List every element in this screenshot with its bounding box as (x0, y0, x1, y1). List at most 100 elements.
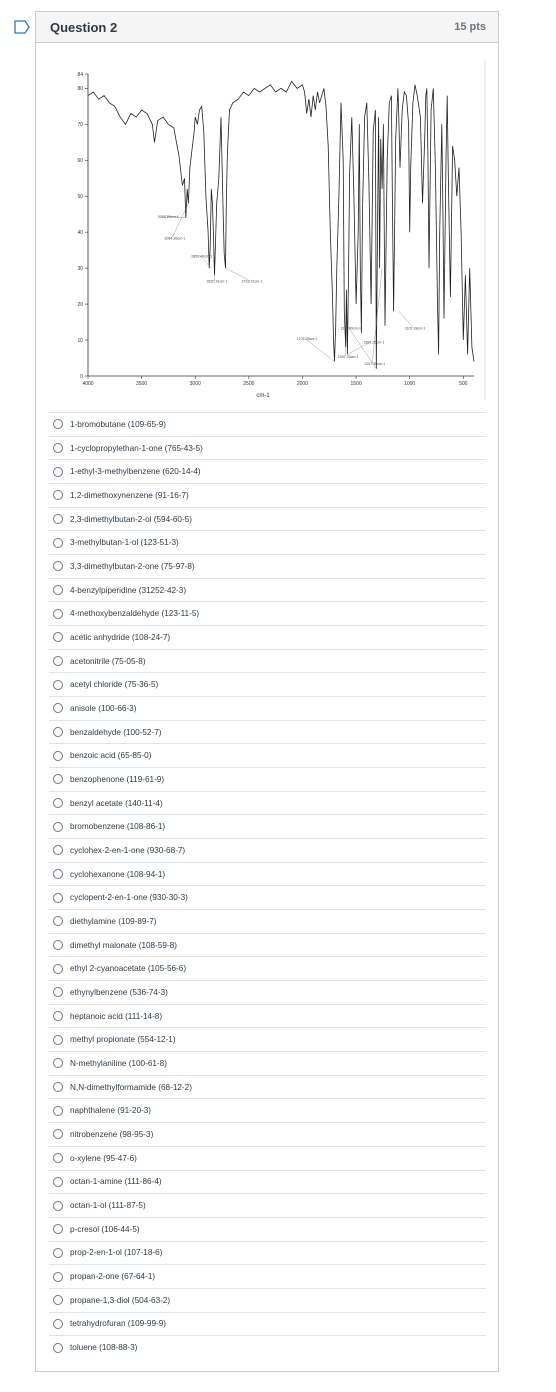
answer-option[interactable]: cyclopent-2-en-1-one (930-30-3) (49, 885, 486, 909)
answer-option[interactable]: heptanoic acid (111-14-8) (49, 1003, 486, 1028)
answer-option[interactable]: toluene (108-88-3) (49, 1335, 486, 1359)
bookmark-flag-icon[interactable] (14, 20, 30, 34)
radio-button[interactable] (53, 845, 63, 856)
radio-button[interactable] (53, 514, 63, 525)
answer-label: dimethyl malonate (108-59-8) (70, 940, 177, 950)
answer-option[interactable]: propane-1,3-diol (504-63-2) (49, 1287, 486, 1312)
radio-button[interactable] (53, 466, 63, 477)
x-tick-label: 4000 (82, 381, 93, 387)
answer-option[interactable]: nitrobenzene (98-95-3) (49, 1122, 486, 1146)
x-axis-label: cm-1 (256, 393, 270, 399)
radio-button[interactable] (53, 940, 63, 951)
answer-option[interactable]: 3-methylbutan-1-ol (123-51-3) (49, 530, 486, 554)
radio-button[interactable] (53, 1034, 63, 1045)
radio-button[interactable] (53, 1058, 63, 1069)
answer-option[interactable]: 1-bromobutane (109-65-9) (49, 412, 486, 436)
answer-option[interactable]: N,N-dimethylformamide (68-12-2) (49, 1074, 486, 1099)
radio-button[interactable] (53, 1318, 63, 1329)
x-tick-label: 3500 (136, 381, 147, 387)
answer-option[interactable]: dimethyl malonate (108-59-8) (49, 932, 486, 957)
answer-option[interactable]: anisole (100-66-3) (49, 696, 486, 720)
answer-option[interactable]: tetrahydrofuran (109-99-9) (49, 1311, 486, 1336)
answer-option[interactable]: cyclohexanone (108-94-1) (49, 861, 486, 886)
radio-button[interactable] (53, 963, 63, 974)
answer-option[interactable]: benzophenone (119-61-9) (49, 767, 486, 791)
radio-button[interactable] (53, 1295, 63, 1306)
radio-button[interactable] (53, 1153, 63, 1164)
answer-option[interactable]: cyclohex-2-en-1-one (930-68-7) (49, 838, 486, 862)
radio-button[interactable] (53, 798, 63, 809)
answer-option[interactable]: methyl propionate (554-12-1) (49, 1027, 486, 1051)
answer-option[interactable]: benzoic acid (65-85-0) (49, 743, 486, 767)
radio-button[interactable] (53, 1176, 63, 1187)
answer-option[interactable]: naphthalene (91-20-3) (49, 1098, 486, 1122)
peak-annotation-label: 2718.21cm-1 (241, 280, 262, 284)
peak-annotation-label: 1597.25cm-1 (338, 355, 359, 359)
answer-option[interactable]: bromobenzene (108-86-1) (49, 814, 486, 838)
answer-label: octan-1-amine (111-86-4) (70, 1177, 162, 1187)
answer-option[interactable]: octan-1-amine (111-86-4) (49, 1169, 486, 1194)
question-card: Question 2 15 pts 4000 3500 3000 2500 2000 15… (35, 11, 499, 1372)
radio-button[interactable] (53, 869, 63, 880)
radio-button[interactable] (53, 1082, 63, 1093)
radio-button[interactable] (53, 1011, 63, 1022)
radio-button[interactable] (53, 608, 63, 619)
peak-annotation-label: 1311.69cm-1 (340, 326, 361, 330)
answer-label: heptanoic acid (111-14-8) (70, 1011, 163, 1021)
radio-button[interactable] (53, 750, 63, 761)
answer-option[interactable]: octan-1-ol (111-87-5) (49, 1193, 486, 1217)
radio-button[interactable] (53, 1129, 63, 1140)
answer-option[interactable]: 2,3-dimethylbutan-2-ol (594-60-5) (49, 506, 486, 531)
radio-button[interactable] (53, 679, 63, 690)
answer-option[interactable]: N-methylaniline (100-61-8) (49, 1051, 486, 1075)
radio-button[interactable] (53, 561, 63, 572)
radio-button[interactable] (53, 1342, 63, 1353)
radio-button[interactable] (53, 774, 63, 785)
radio-button[interactable] (53, 443, 63, 453)
radio-button[interactable] (53, 656, 63, 667)
radio-button[interactable] (53, 490, 63, 501)
answer-label: ethynylbenzene (536-74-3) (70, 987, 168, 997)
answer-label: tetrahydrofuran (109-99-9) (70, 1319, 167, 1329)
answer-option[interactable]: benzaldehyde (100-52-7) (49, 719, 486, 744)
answer-option[interactable]: 1,2-dimethoxynenzene (91-16-7) (49, 483, 486, 507)
radio-button[interactable] (53, 821, 63, 832)
answer-option[interactable]: 4-methoxybenzaldehyde (123-11-5) (49, 601, 486, 625)
answer-option[interactable]: diethylamine (109-89-7) (49, 909, 486, 933)
answer-option[interactable]: 1-cyclopropylethan-1-one (765-43-5) (49, 435, 486, 460)
radio-button[interactable] (53, 419, 63, 430)
peak-annotation-label: 3088.69cm-1 (158, 215, 179, 219)
answer-option[interactable]: acetic anhydride (108-24-7) (49, 625, 486, 649)
radio-button[interactable] (53, 585, 63, 596)
answer-option[interactable]: 3,3-dimethylbutan-2-one (75-97-8) (49, 554, 486, 578)
answer-option[interactable]: propan-2-one (67-64-1) (49, 1264, 486, 1288)
radio-button[interactable] (53, 703, 63, 714)
answer-option[interactable]: benzyl acetate (140-11-4) (49, 790, 486, 815)
radio-button[interactable] (53, 1271, 63, 1282)
answer-option[interactable]: ethynylbenzene (536-74-3) (49, 980, 486, 1004)
radio-button[interactable] (53, 537, 63, 548)
answer-option[interactable]: acetyl chloride (75-36-5) (49, 672, 486, 696)
answer-option[interactable]: p-cresol (106-44-5) (49, 1216, 486, 1241)
radio-button[interactable] (53, 1105, 63, 1116)
answer-option[interactable]: acetonitrile (75-05-8) (49, 648, 486, 673)
answer-option[interactable]: 1-ethyl-3-methylbenzene (620-14-4) (49, 459, 486, 483)
radio-button[interactable] (53, 892, 63, 903)
answer-label: cyclohexanone (108-94-1) (70, 869, 166, 879)
radio-button[interactable] (53, 1200, 63, 1211)
answer-option[interactable]: 4-benzylpiperidine (31252-42-3) (49, 577, 486, 602)
answer-label: 1,2-dimethoxynenzene (91-16-7) (70, 490, 189, 500)
answer-option[interactable]: prop-2-en-1-ol (107-18-6) (49, 1240, 486, 1265)
answer-label: toluene (108-88-3) (70, 1343, 138, 1353)
radio-button[interactable] (53, 1247, 63, 1258)
answer-option[interactable]: ethyl 2-cyanoacetate (105-56-6) (49, 956, 486, 980)
x-tick-label: 1000 (404, 381, 415, 387)
radio-button[interactable] (53, 727, 63, 738)
answer-label: 4-benzylpiperidine (31252-42-3) (70, 585, 187, 595)
radio-button[interactable] (53, 916, 63, 927)
radio-button[interactable] (53, 1224, 63, 1235)
answer-label: propane-1,3-diol (504-63-2) (70, 1295, 171, 1305)
radio-button[interactable] (53, 987, 63, 998)
answer-option[interactable]: o-xylene (95-47-6) (49, 1145, 486, 1170)
radio-button[interactable] (53, 632, 63, 643)
